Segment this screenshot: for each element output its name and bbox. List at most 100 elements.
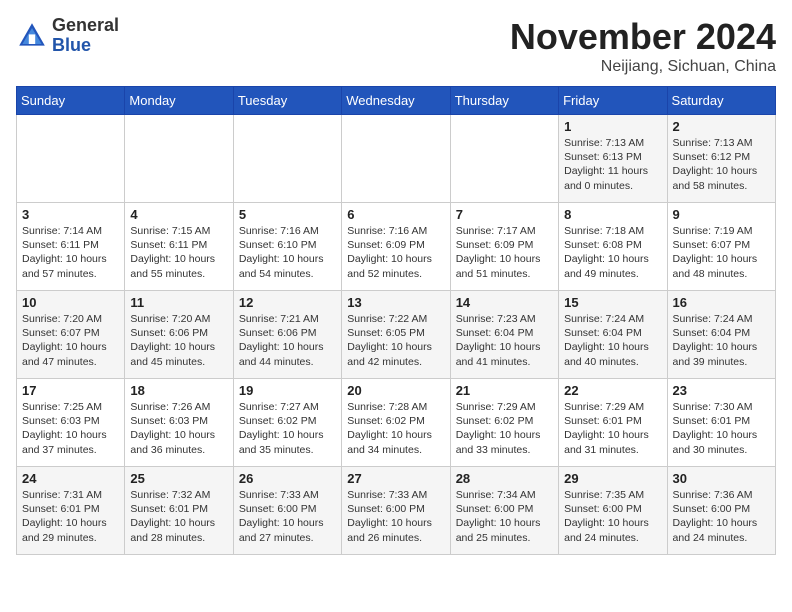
day-info: Sunrise: 7:24 AM Sunset: 6:04 PM Dayligh… [564,312,661,369]
calendar-cell: 7 Sunrise: 7:17 AM Sunset: 6:09 PM Daylig… [450,203,558,291]
logo-icon [16,20,48,52]
day-number: 26 [239,471,336,486]
week-row-3: 10Sunrise: 7:20 AM Sunset: 6:07 PM Dayli… [17,291,776,379]
day-number: 22 [564,383,661,398]
day-number: 8 [564,207,661,222]
calendar-cell: 25 Sunrise: 7:32 AM Sunset: 6:01 PM Dayli… [125,467,233,555]
day-info: Sunrise: 7:25 AM Sunset: 6:03 PM Dayligh… [22,400,119,457]
logo-text: General Blue [52,16,119,56]
day-number: 11 [130,295,227,310]
calendar-cell [125,115,233,203]
calendar-cell: 22 Sunrise: 7:29 AM Sunset: 6:01 PM Dayli… [559,379,667,467]
day-info: Sunrise: 7:36 AM Sunset: 6:00 PM Dayligh… [673,488,770,545]
calendar-cell [17,115,125,203]
calendar-cell: 28Sunrise: 7:34 AM Sunset: 6:00 PM Dayli… [450,467,558,555]
day-info: Sunrise: 7:17 AM Sunset: 6:09 PM Dayligh… [456,224,553,281]
location: Neijiang, Sichuan, China [510,58,776,76]
calendar-cell: 9 Sunrise: 7:19 AM Sunset: 6:07 PM Daylig… [667,203,775,291]
calendar-cell: 20 Sunrise: 7:28 AM Sunset: 6:02 PM Dayli… [342,379,450,467]
day-info: Sunrise: 7:29 AM Sunset: 6:01 PM Dayligh… [564,400,661,457]
week-row-5: 24Sunrise: 7:31 AM Sunset: 6:01 PM Dayli… [17,467,776,555]
day-number: 14 [456,295,553,310]
day-number: 17 [22,383,119,398]
page-header: General Blue November 2024 Neijiang, Sic… [16,16,776,76]
calendar-cell: 29 Sunrise: 7:35 AM Sunset: 6:00 PM Dayli… [559,467,667,555]
day-number: 28 [456,471,553,486]
day-info: Sunrise: 7:19 AM Sunset: 6:07 PM Dayligh… [673,224,770,281]
calendar-cell: 2 Sunrise: 7:13 AM Sunset: 6:12 PM Daylig… [667,115,775,203]
day-info: Sunrise: 7:14 AM Sunset: 6:11 PM Dayligh… [22,224,119,281]
calendar-cell: 30 Sunrise: 7:36 AM Sunset: 6:00 PM Dayli… [667,467,775,555]
day-number: 15 [564,295,661,310]
calendar-cell: 21 Sunrise: 7:29 AM Sunset: 6:02 PM Dayli… [450,379,558,467]
calendar-cell: 27 Sunrise: 7:33 AM Sunset: 6:00 PM Dayli… [342,467,450,555]
calendar-cell: 18 Sunrise: 7:26 AM Sunset: 6:03 PM Dayli… [125,379,233,467]
day-info: Sunrise: 7:20 AM Sunset: 6:06 PM Dayligh… [130,312,227,369]
day-number: 13 [347,295,444,310]
day-number: 27 [347,471,444,486]
day-number: 18 [130,383,227,398]
calendar-cell [342,115,450,203]
day-info: Sunrise: 7:29 AM Sunset: 6:02 PM Dayligh… [456,400,553,457]
day-number: 20 [347,383,444,398]
calendar-cell [233,115,341,203]
day-info: Sunrise: 7:13 AM Sunset: 6:12 PM Dayligh… [673,136,770,193]
calendar-cell: 4 Sunrise: 7:15 AM Sunset: 6:11 PM Daylig… [125,203,233,291]
calendar-cell: 1Sunrise: 7:13 AM Sunset: 6:13 PM Daylig… [559,115,667,203]
calendar-cell: 24Sunrise: 7:31 AM Sunset: 6:01 PM Dayli… [17,467,125,555]
day-number: 25 [130,471,227,486]
day-number: 7 [456,207,553,222]
day-number: 21 [456,383,553,398]
day-number: 4 [130,207,227,222]
calendar-cell: 17 Sunrise: 7:25 AM Sunset: 6:03 PM Dayli… [17,379,125,467]
day-number: 2 [673,119,770,134]
day-info: Sunrise: 7:22 AM Sunset: 6:05 PM Dayligh… [347,312,444,369]
title-block: November 2024 Neijiang, Sichuan, China [510,16,776,76]
week-row-2: 3 Sunrise: 7:14 AM Sunset: 6:11 PM Daylig… [17,203,776,291]
day-number: 9 [673,207,770,222]
calendar-cell: 3 Sunrise: 7:14 AM Sunset: 6:11 PM Daylig… [17,203,125,291]
day-info: Sunrise: 7:24 AM Sunset: 6:04 PM Dayligh… [673,312,770,369]
day-number: 3 [22,207,119,222]
day-info: Sunrise: 7:26 AM Sunset: 6:03 PM Dayligh… [130,400,227,457]
day-number: 19 [239,383,336,398]
calendar-cell: 12 Sunrise: 7:21 AM Sunset: 6:06 PM Dayli… [233,291,341,379]
day-info: Sunrise: 7:32 AM Sunset: 6:01 PM Dayligh… [130,488,227,545]
calendar-cell: 15 Sunrise: 7:24 AM Sunset: 6:04 PM Dayli… [559,291,667,379]
calendar-cell: 16Sunrise: 7:24 AM Sunset: 6:04 PM Dayli… [667,291,775,379]
day-info: Sunrise: 7:35 AM Sunset: 6:00 PM Dayligh… [564,488,661,545]
weekday-header-friday: Friday [559,87,667,115]
day-info: Sunrise: 7:33 AM Sunset: 6:00 PM Dayligh… [347,488,444,545]
calendar-cell: 19 Sunrise: 7:27 AM Sunset: 6:02 PM Dayli… [233,379,341,467]
week-row-4: 17 Sunrise: 7:25 AM Sunset: 6:03 PM Dayli… [17,379,776,467]
day-info: Sunrise: 7:27 AM Sunset: 6:02 PM Dayligh… [239,400,336,457]
day-info: Sunrise: 7:16 AM Sunset: 6:10 PM Dayligh… [239,224,336,281]
logo-blue: Blue [52,35,91,55]
day-number: 12 [239,295,336,310]
day-number: 1 [564,119,661,134]
day-number: 29 [564,471,661,486]
day-info: Sunrise: 7:21 AM Sunset: 6:06 PM Dayligh… [239,312,336,369]
weekday-header-tuesday: Tuesday [233,87,341,115]
logo: General Blue [16,16,119,56]
weekday-header-monday: Monday [125,87,233,115]
day-number: 5 [239,207,336,222]
logo-general: General [52,15,119,35]
calendar-cell: 5 Sunrise: 7:16 AM Sunset: 6:10 PM Daylig… [233,203,341,291]
weekday-header-row: SundayMondayTuesdayWednesdayThursdayFrid… [17,87,776,115]
weekday-header-thursday: Thursday [450,87,558,115]
calendar-cell: 11 Sunrise: 7:20 AM Sunset: 6:06 PM Dayli… [125,291,233,379]
day-info: Sunrise: 7:31 AM Sunset: 6:01 PM Dayligh… [22,488,119,545]
calendar-cell: 14Sunrise: 7:23 AM Sunset: 6:04 PM Dayli… [450,291,558,379]
month-title: November 2024 [510,16,776,58]
day-info: Sunrise: 7:16 AM Sunset: 6:09 PM Dayligh… [347,224,444,281]
calendar-cell: 23Sunrise: 7:30 AM Sunset: 6:01 PM Dayli… [667,379,775,467]
day-number: 30 [673,471,770,486]
day-info: Sunrise: 7:15 AM Sunset: 6:11 PM Dayligh… [130,224,227,281]
day-info: Sunrise: 7:28 AM Sunset: 6:02 PM Dayligh… [347,400,444,457]
day-info: Sunrise: 7:33 AM Sunset: 6:00 PM Dayligh… [239,488,336,545]
day-info: Sunrise: 7:18 AM Sunset: 6:08 PM Dayligh… [564,224,661,281]
weekday-header-wednesday: Wednesday [342,87,450,115]
weekday-header-sunday: Sunday [17,87,125,115]
calendar-cell: 6Sunrise: 7:16 AM Sunset: 6:09 PM Daylig… [342,203,450,291]
